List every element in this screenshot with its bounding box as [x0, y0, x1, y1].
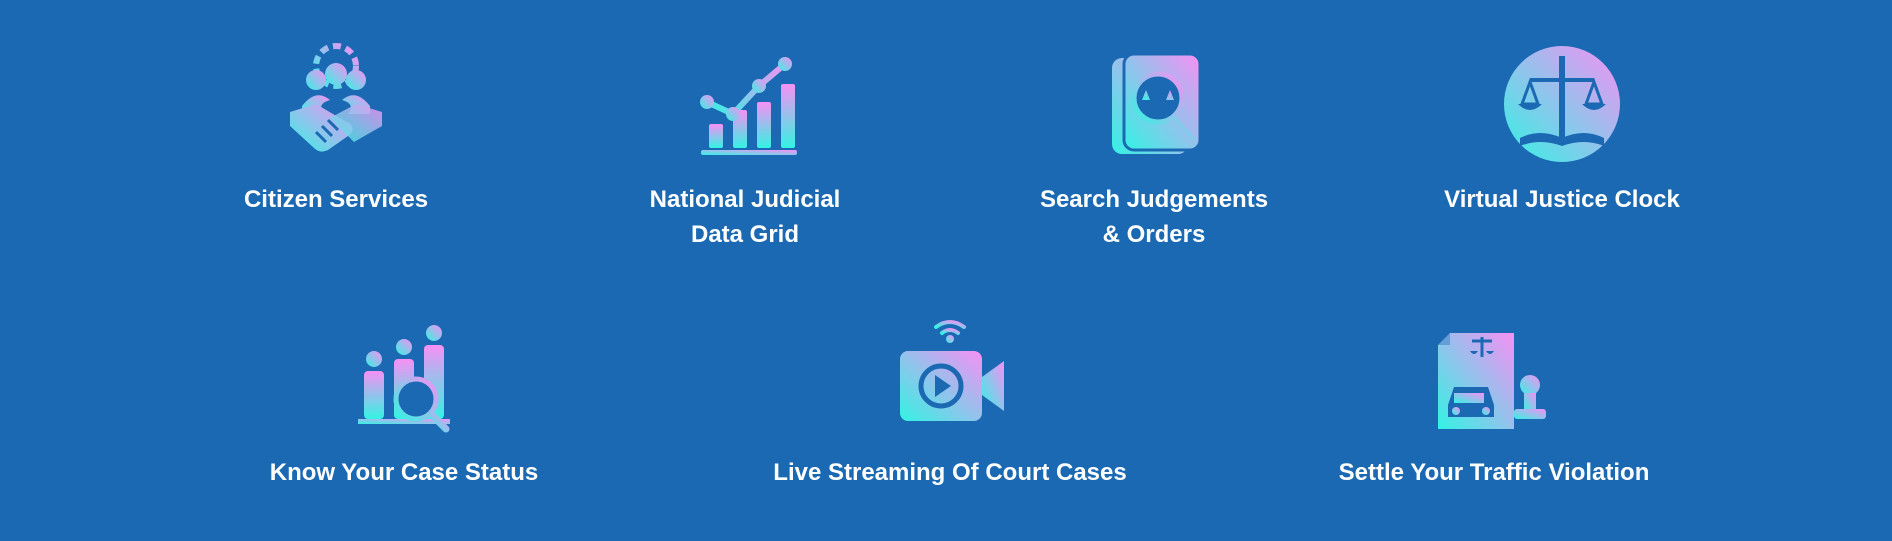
virtual-justice-clock-label: Virtual Justice Clock [1444, 186, 1680, 213]
search-judgements-label: Search Judgements & Orders [1040, 182, 1268, 252]
search-document-icon [1112, 52, 1202, 154]
service-know-your-case-status[interactable]: Know Your Case Status [254, 313, 554, 490]
service-settle-traffic-violation[interactable]: Settle Your Traffic Violation [1314, 313, 1674, 490]
citizen-services-icon [290, 43, 382, 152]
case-status-search-icon [358, 325, 450, 433]
njdg-label-line2: Data Grid [690, 221, 800, 248]
search-judgements-line1: Search Judgements [1039, 186, 1269, 213]
bar-chart-icon [700, 57, 797, 155]
service-virtual-justice-clock[interactable]: Virtual Justice Clock [1440, 40, 1684, 217]
case-status-label: Know Your Case Status [269, 459, 539, 486]
video-camera-icon [900, 320, 1004, 421]
search-judgements-line2: & Orders [1102, 221, 1206, 248]
scales-of-justice-icon [1504, 46, 1620, 162]
njdg-label-line1: National Judicial [649, 186, 841, 213]
service-national-judicial-data-grid[interactable]: National Judicial Data Grid [623, 40, 867, 252]
traffic-violation-label: Settle Your Traffic Violation [1338, 459, 1650, 486]
njdg-label: National Judicial Data Grid [650, 182, 841, 252]
service-citizen-services[interactable]: Citizen Services [214, 40, 458, 217]
live-streaming-label: Live Streaming Of Court Cases [773, 459, 1127, 486]
service-search-judgements[interactable]: Search Judgements & Orders [1032, 40, 1276, 252]
traffic-violation-icon [1438, 333, 1546, 429]
service-live-streaming[interactable]: Live Streaming Of Court Cases [750, 313, 1150, 490]
citizen-services-label: Citizen Services [243, 186, 429, 213]
